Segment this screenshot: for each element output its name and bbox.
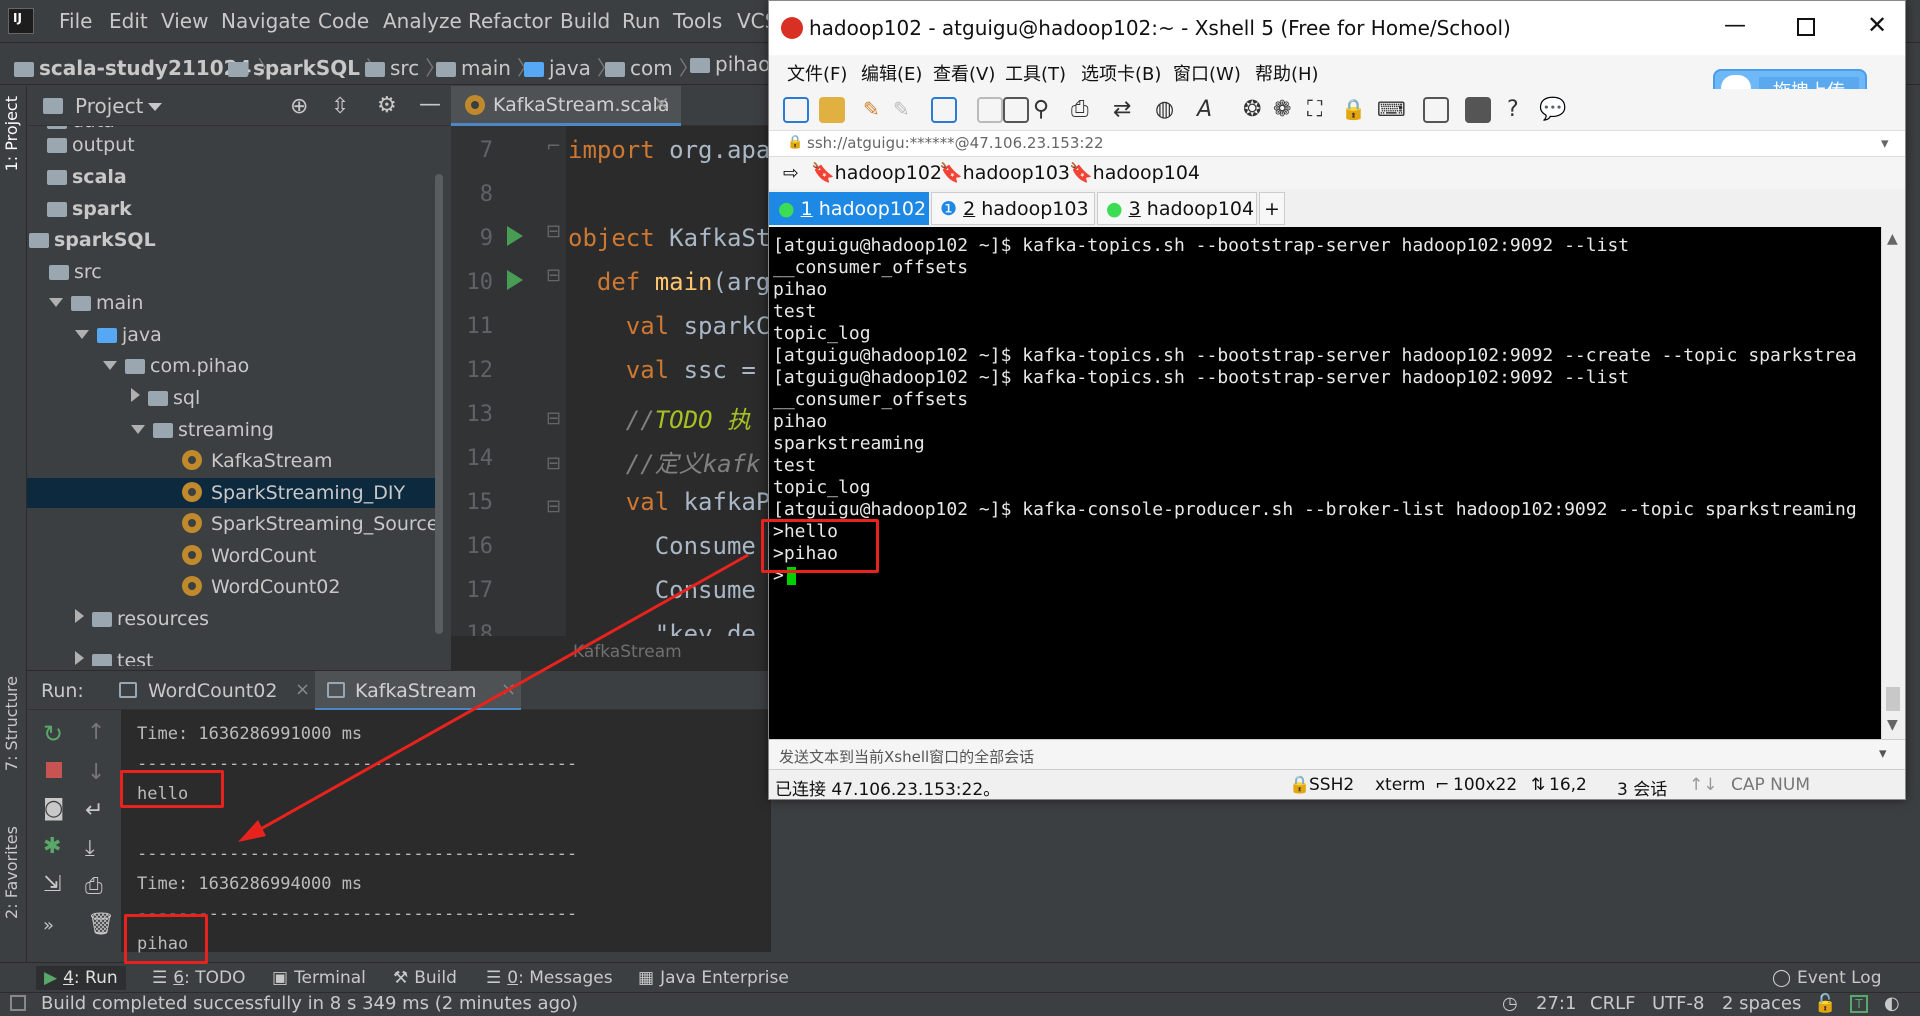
- annotation-arrow: [238, 553, 749, 842]
- annotation-arrow-line: [249, 553, 749, 837]
- annotation-arrow-head: [238, 820, 266, 842]
